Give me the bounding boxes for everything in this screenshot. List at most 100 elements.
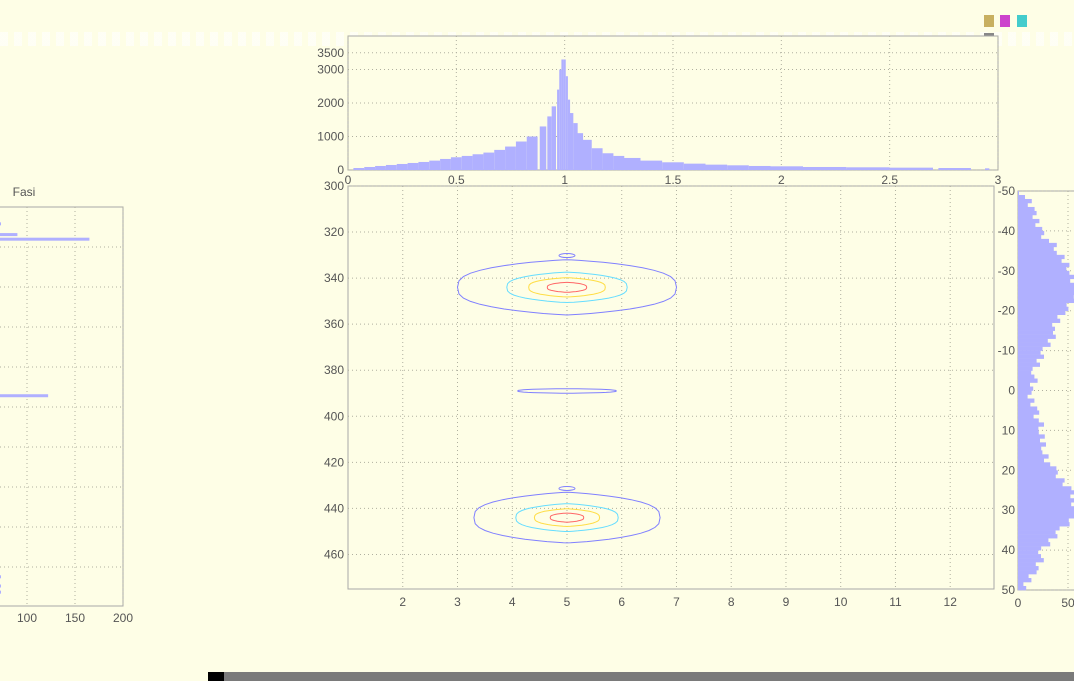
top-histogram-bar — [580, 139, 592, 170]
contour-y-tick-label: 340 — [324, 271, 344, 285]
top-x-tick-label: 2.5 — [881, 173, 898, 187]
right-histogram-bar — [1018, 450, 1043, 455]
right-histogram-bar — [1018, 294, 1074, 300]
right-histogram-bar — [1018, 234, 1042, 240]
horizontal-scrollbar[interactable] — [208, 672, 1074, 681]
right-histogram-bar — [1018, 282, 1074, 288]
right-histogram-bar — [1018, 354, 1044, 359]
right-histogram-bar — [1018, 194, 1025, 200]
right-histogram-bar — [1018, 446, 1042, 451]
top-histogram-bar — [565, 76, 568, 170]
right-histogram-bar — [1018, 558, 1044, 563]
right-histogram-bar — [1018, 406, 1038, 411]
scrollbar-thumb[interactable] — [208, 672, 224, 681]
right-histogram-bar — [1018, 366, 1033, 371]
right-histogram-bar — [1018, 266, 1067, 272]
right-y-tick-label: 0 — [1008, 384, 1015, 398]
right-histogram-bar — [1018, 554, 1041, 559]
right-histogram-bar — [1018, 422, 1044, 427]
right-histogram-bar — [1018, 346, 1043, 351]
left-x-tick-label: 150 — [65, 611, 85, 625]
right-histogram-bar — [1018, 570, 1037, 575]
right-histogram-bar — [1018, 246, 1054, 252]
contour-y-tick-label: 300 — [324, 179, 344, 193]
right-histogram-bar — [1018, 310, 1066, 315]
right-histogram-bar — [1018, 306, 1069, 311]
top-histogram-bar — [889, 167, 933, 170]
right-histogram-bar — [1018, 394, 1028, 399]
right-histogram-bar — [1018, 522, 1070, 527]
contour-x-tick-label: 10 — [834, 595, 848, 609]
right-histogram-bar — [1018, 486, 1072, 491]
right-histogram-bar — [1018, 214, 1033, 220]
top-histogram-bar — [618, 157, 641, 170]
right-y-tick-label: -30 — [998, 264, 1016, 278]
left-histogram-title: Fasi — [13, 185, 36, 199]
top-y-tick-label: 3000 — [317, 63, 344, 77]
right-histogram-bar — [1018, 494, 1071, 499]
left-histogram-axes: Fasi 100 150 200 — [0, 185, 133, 625]
contour-x-tick-label: 11 — [889, 595, 902, 609]
top-histogram-bar — [846, 167, 890, 170]
left-histogram-bar — [0, 222, 1, 226]
contour-x-tick-label: 6 — [618, 595, 625, 609]
right-histogram-bar — [1018, 514, 1074, 519]
right-histogram-bar — [1018, 350, 1041, 355]
right-histogram-bar — [1018, 386, 1034, 391]
top-histogram-bar — [385, 164, 397, 170]
contour-y-tick-label: 420 — [324, 455, 344, 469]
right-histogram-bar — [1018, 586, 1027, 591]
right-histogram-bar — [1018, 398, 1035, 403]
top-histogram-bar — [547, 116, 552, 170]
top-histogram-bar — [559, 69, 562, 170]
contour-x-tick-label: 2 — [399, 595, 406, 609]
right-histogram-bar — [1018, 578, 1032, 583]
top-histogram-bar — [429, 160, 441, 170]
top-y-tick-label: 3500 — [317, 46, 344, 60]
right-histogram-bar — [1018, 442, 1046, 447]
top-histogram-bar — [727, 165, 749, 170]
right-histogram-bar — [1018, 278, 1071, 284]
right-x-tick-label: 0 — [1015, 596, 1022, 610]
right-histogram-bar — [1018, 470, 1058, 475]
right-histogram-bar — [1018, 262, 1070, 268]
right-histogram-bar — [1018, 274, 1074, 280]
top-y-tick-label: 0 — [337, 163, 344, 177]
right-histogram-bar — [1018, 546, 1042, 551]
top-histogram-bar — [515, 141, 527, 170]
top-histogram-bar — [353, 167, 365, 170]
right-histogram-bar — [1018, 302, 1067, 308]
contour-x-tick-label: 12 — [944, 595, 958, 609]
right-y-tick-label: -40 — [998, 224, 1016, 238]
top-histogram-bar — [461, 155, 473, 170]
top-histogram-bar — [505, 146, 516, 170]
left-histogram-bar — [0, 237, 90, 241]
right-histogram-bar — [1018, 338, 1048, 343]
right-histogram-axes: 0 50 -50-40-30-20-1001020304050 — [998, 184, 1074, 610]
top-histogram-bar — [683, 163, 706, 170]
right-histogram-bar — [1018, 242, 1057, 248]
right-histogram-bar — [1018, 574, 1029, 579]
right-histogram-bar — [1018, 270, 1070, 276]
top-histogram-bar — [591, 148, 603, 170]
contour-x-tick-label: 3 — [454, 595, 461, 609]
right-histogram-bar — [1018, 218, 1040, 224]
left-histogram-bar — [0, 590, 1, 594]
right-histogram-bar — [1018, 526, 1060, 531]
right-histogram-bar — [1018, 322, 1053, 327]
right-histogram-bar — [1018, 330, 1053, 335]
left-histogram-bar — [0, 394, 49, 398]
right-histogram-bar — [1018, 510, 1074, 515]
top-histogram-bar — [640, 160, 663, 170]
right-y-tick-label: -50 — [998, 184, 1016, 198]
right-histogram-bar — [1018, 318, 1061, 323]
right-histogram-bar — [1018, 506, 1074, 511]
left-histogram-bar — [0, 584, 1, 588]
left-histogram-bar — [0, 233, 18, 237]
right-histogram-bar — [1018, 250, 1057, 256]
right-histogram-bar — [1018, 490, 1074, 495]
right-histogram-bar — [1018, 326, 1055, 331]
top-histogram-bar — [602, 153, 614, 170]
right-histogram-bar — [1018, 342, 1051, 347]
contour-x-tick-label: 4 — [509, 595, 516, 609]
